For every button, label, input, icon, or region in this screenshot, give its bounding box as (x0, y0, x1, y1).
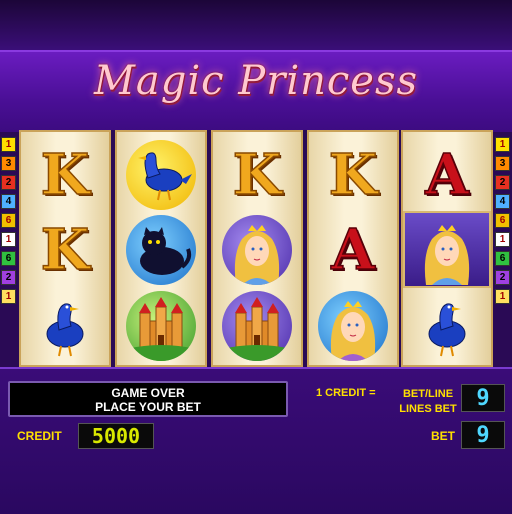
line-number[interactable]: 4 (1, 194, 16, 209)
reel-symbol: K (309, 136, 397, 213)
reel-symbol (403, 211, 491, 288)
reel-symbol (213, 211, 301, 288)
symbol-k: K (40, 141, 90, 208)
bet-display: 9 (461, 421, 505, 449)
reel-5: A (401, 130, 493, 367)
line-number[interactable]: 1 (1, 137, 16, 152)
castle-icon (222, 290, 292, 361)
reel-symbol (403, 287, 491, 364)
bird-icon (126, 139, 196, 210)
credit-display: 5000 (78, 423, 154, 449)
lines-display: 9 (461, 384, 505, 412)
game-title: Magic Princess (93, 58, 419, 104)
reel-2 (115, 130, 207, 367)
reels-area: K K K K A A (19, 130, 493, 367)
credit-rate-label: 1 CREDIT = (316, 387, 376, 399)
reel-symbol: K (21, 211, 109, 288)
message-box: GAME OVER PLACE YOUR BET (8, 381, 288, 417)
reel-symbol (117, 136, 205, 213)
line-number[interactable]: 1 (495, 137, 510, 152)
line-number[interactable]: 2 (495, 270, 510, 285)
line-number[interactable]: 1 (495, 232, 510, 247)
reel-symbol: K (21, 136, 109, 213)
princess-icon (318, 290, 388, 361)
reel-symbol (213, 287, 301, 364)
message-line-1: GAME OVER (111, 386, 185, 400)
princess-icon (424, 224, 470, 285)
message-line-2: PLACE YOUR BET (95, 400, 201, 414)
bird-icon (46, 302, 84, 356)
line-number[interactable]: 1 (495, 289, 510, 304)
left-line-numbers: 1 3 2 4 6 1 6 2 1 (1, 137, 17, 308)
line-number[interactable]: 6 (495, 213, 510, 228)
reel-1: K K (19, 130, 111, 367)
lines-bet-label: LINES BET (399, 403, 457, 415)
reel-symbol (117, 287, 205, 364)
line-number[interactable]: 6 (495, 251, 510, 266)
bet-line-label: BET/LINE (402, 388, 454, 400)
line-number[interactable]: 2 (1, 175, 16, 190)
reel-symbol (117, 211, 205, 288)
symbol-k: K (40, 216, 90, 283)
reel-symbol: A (309, 211, 397, 288)
credit-label: CREDIT (17, 429, 62, 443)
reel-symbol (21, 287, 109, 364)
right-line-numbers: 1 3 2 4 6 1 6 2 1 (495, 137, 511, 308)
bet-label: BET (431, 429, 455, 443)
reel-symbol: K (213, 136, 301, 213)
line-number[interactable]: 1 (1, 232, 16, 247)
reel-symbol (309, 287, 397, 364)
symbol-k: K (232, 141, 282, 208)
line-number[interactable]: 1 (1, 289, 16, 304)
symbol-k: K (328, 141, 378, 208)
castle-icon (126, 290, 196, 361)
line-number[interactable]: 3 (1, 156, 16, 171)
reel-4: K A (307, 130, 399, 367)
line-number[interactable]: 2 (1, 270, 16, 285)
symbol-a: A (331, 216, 376, 283)
line-number[interactable]: 4 (495, 194, 510, 209)
line-number[interactable]: 2 (495, 175, 510, 190)
bird-icon (428, 302, 466, 356)
symbol-a: A (425, 141, 470, 208)
reel-3: K (211, 130, 303, 367)
top-band (0, 0, 512, 50)
line-number[interactable]: 3 (495, 156, 510, 171)
panther-icon (126, 214, 196, 285)
reel-symbol: A (403, 136, 491, 213)
line-number[interactable]: 6 (1, 213, 16, 228)
princess-icon (222, 214, 292, 285)
line-number[interactable]: 6 (1, 251, 16, 266)
